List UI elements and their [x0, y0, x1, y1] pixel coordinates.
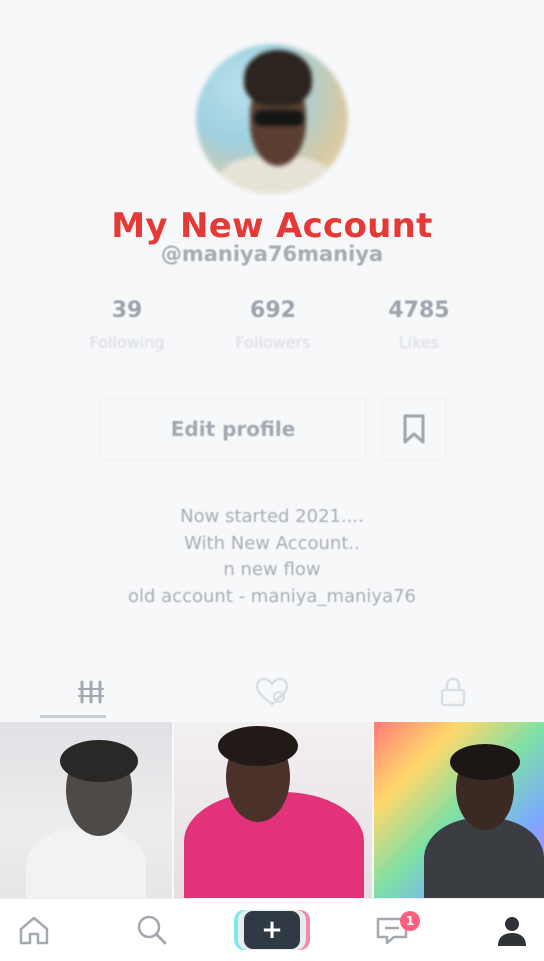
bio-line: old account - maniya_maniya76: [127, 585, 417, 607]
profile-icon: [498, 917, 526, 946]
profile-bio: Now started 2021.... With New Account.. …: [0, 504, 544, 610]
create-button[interactable]: +: [238, 910, 306, 950]
home-icon: [19, 916, 49, 945]
bottom-nav: + 1: [0, 898, 544, 961]
profile-avatar[interactable]: [196, 44, 348, 194]
thumbnail-person-hair: [218, 726, 298, 766]
stat-following[interactable]: 39 Following: [52, 298, 202, 352]
nav-home[interactable]: [0, 899, 74, 961]
profile-username: @maniya76maniya: [160, 242, 384, 266]
avatar-sunglasses: [254, 110, 304, 126]
video-thumbnail[interactable]: [174, 722, 372, 898]
stat-followers-count: 692: [250, 298, 296, 323]
stat-followers-label: Followers: [235, 333, 311, 352]
avatar-hair: [244, 50, 312, 106]
nav-discover[interactable]: [112, 899, 192, 961]
stat-following-label: Following: [89, 333, 165, 352]
plus-icon: +: [244, 911, 300, 949]
overlay-title: My New Account: [111, 206, 433, 246]
video-grid: [0, 722, 544, 898]
thumbnail-person-body: [26, 828, 146, 898]
video-thumbnail[interactable]: [374, 722, 544, 898]
thumbnail-person-body: [424, 818, 544, 898]
stat-following-count: 39: [111, 298, 143, 323]
tab-liked[interactable]: [181, 664, 362, 720]
nav-profile[interactable]: [472, 899, 544, 961]
liked-heart-icon: [255, 677, 288, 706]
nav-inbox[interactable]: 1: [352, 899, 432, 961]
stat-likes-label: Likes: [398, 333, 440, 352]
inbox-badge: 1: [400, 911, 420, 931]
tab-private[interactable]: [362, 664, 543, 720]
stat-likes-count: 4785: [388, 298, 450, 323]
bookmark-button[interactable]: [382, 398, 446, 460]
active-tab-indicator: [40, 715, 106, 718]
thumbnail-person-hair: [450, 744, 520, 780]
video-thumbnail[interactable]: [0, 722, 172, 898]
stat-followers[interactable]: 692 Followers: [198, 298, 348, 352]
lock-icon: [440, 677, 465, 707]
tab-videos[interactable]: [0, 664, 181, 720]
bio-line: With New Account..: [184, 532, 360, 554]
profile-tabs: [0, 664, 544, 720]
thumbnail-person-hair: [60, 740, 138, 782]
bookmark-icon: [403, 414, 425, 444]
stat-likes[interactable]: 4785 Likes: [344, 298, 494, 352]
search-icon: [137, 915, 167, 945]
nav-create[interactable]: +: [232, 899, 312, 961]
edit-profile-button[interactable]: Edit profile: [100, 398, 366, 460]
bio-line: Now started 2021....: [180, 506, 364, 527]
grid-icon: [77, 680, 104, 704]
bio-line: n new flow: [223, 559, 321, 580]
